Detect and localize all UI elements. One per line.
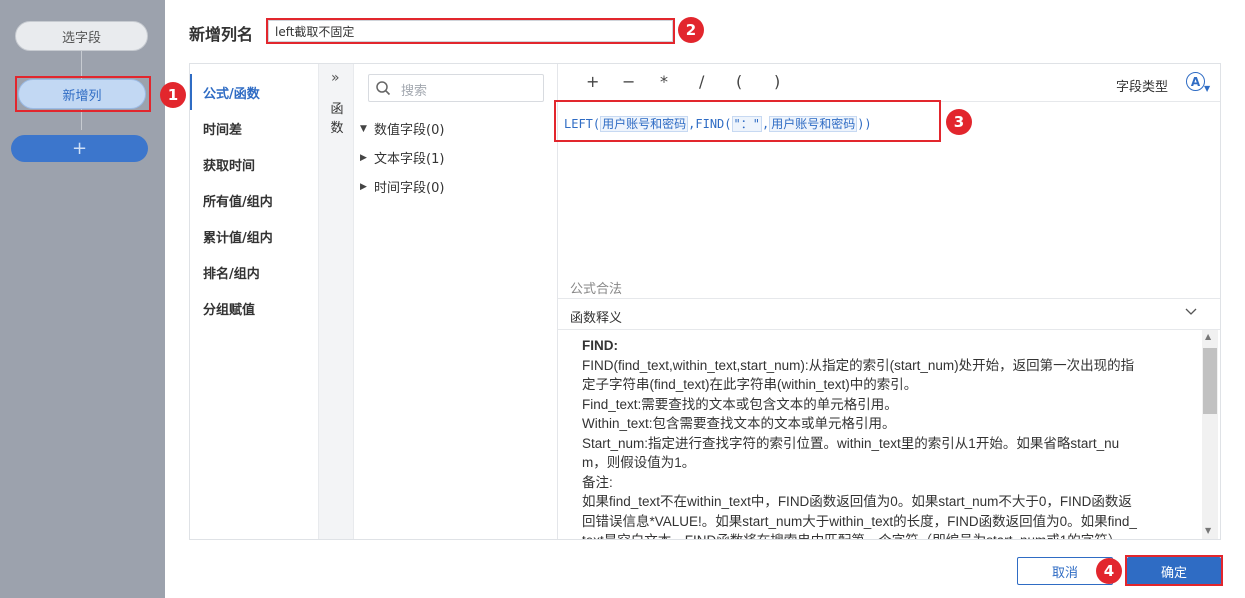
- category-rank[interactable]: 排名/组内: [190, 254, 318, 290]
- category-list: 公式/函数 时间差 获取时间 所有值/组内 累计值/组内 排名/组内 分组赋值: [190, 64, 318, 539]
- highlight-box-2: [266, 18, 675, 44]
- highlight-box-1: [15, 76, 151, 112]
- divide-button[interactable]: /: [699, 72, 704, 91]
- explain-title: 函数释义: [570, 311, 623, 326]
- category-time-diff[interactable]: 时间差: [190, 110, 318, 146]
- explain-function-name: FIND:: [582, 338, 618, 353]
- explain-line: 定子字符串(find_text)在此字符串(within_text)中的索引。: [582, 377, 918, 392]
- search-icon: [376, 81, 391, 96]
- column-name-title: 新增列名: [189, 25, 254, 44]
- category-formula[interactable]: 公式/函数: [190, 74, 318, 110]
- badge-1: 1: [160, 82, 186, 108]
- caret-down-icon: ▼: [360, 123, 367, 134]
- explain-line: 备注:: [582, 474, 613, 490]
- explain-line: Within_text:包含需要查找文本的文本或单元格引用。: [582, 416, 896, 431]
- field-search-input[interactable]: 搜索: [368, 74, 544, 102]
- highlight-box-3: [554, 100, 941, 142]
- explain-text: FIND: FIND(find_text,within_text,start_n…: [582, 336, 1182, 539]
- explain-line: 如果find_text不在within_text中，FIND函数返回值为0。如果…: [582, 494, 1132, 509]
- formula-status: 公式合法: [570, 282, 623, 297]
- explain-line: text是空白文本，FIND函数将在搜索串中匹配第一个字符（即编号为start_…: [582, 531, 1182, 539]
- scrollbar-thumb[interactable]: [1203, 348, 1217, 414]
- add-column-dialog: 选字段 新增列 + 1 新增列名 left截取不固定 2 公式/函数 时间差 获…: [0, 0, 1245, 598]
- badge-2: 2: [678, 17, 704, 43]
- explain-line: Start_num:指定进行查找字符的索引位置。within_text里的索引从…: [582, 435, 1120, 451]
- highlight-box-4: [1125, 555, 1223, 586]
- explain-line: FIND(find_text,within_text,start_num):从指…: [582, 357, 1135, 373]
- plus-button[interactable]: +: [586, 72, 599, 91]
- field-group-time[interactable]: ▶ 时间字段(0): [360, 177, 444, 196]
- chevron-down-icon[interactable]: [1184, 304, 1198, 322]
- add-step-button[interactable]: +: [11, 135, 148, 162]
- function-toggle-panel[interactable]: » 函数: [318, 64, 354, 539]
- search-placeholder: 搜索: [401, 84, 428, 99]
- multiply-button[interactable]: *: [660, 72, 668, 91]
- expand-icon[interactable]: »: [331, 70, 340, 86]
- function-label: 函数: [330, 102, 344, 136]
- minus-button[interactable]: −: [622, 72, 635, 91]
- field-group-label: 数值字段(0): [374, 123, 445, 138]
- function-explain-body: FIND: FIND(find_text,within_text,start_n…: [558, 330, 1220, 539]
- field-type-icon[interactable]: A: [1186, 72, 1205, 91]
- open-paren-button[interactable]: (: [736, 72, 742, 91]
- scroll-up-icon[interactable]: ▲: [1205, 332, 1211, 341]
- step-select-field[interactable]: 选字段: [15, 21, 148, 51]
- field-group-label: 文本字段(1): [374, 152, 445, 167]
- category-get-time[interactable]: 获取时间: [190, 146, 318, 182]
- function-explain-header[interactable]: 函数释义: [558, 298, 1220, 330]
- category-cumulative[interactable]: 累计值/组内: [190, 218, 318, 254]
- caret-right-icon: ▶: [360, 181, 367, 192]
- field-group-numeric[interactable]: ▼ 数值字段(0): [360, 119, 444, 138]
- field-type-label: 字段类型: [1116, 80, 1169, 95]
- category-all-values[interactable]: 所有值/组内: [190, 182, 318, 218]
- badge-4: 4: [1096, 558, 1122, 584]
- explain-line: m，则假设值为1。: [582, 455, 696, 470]
- scroll-down-icon[interactable]: ▼: [1205, 526, 1211, 535]
- operator-toolbar: + − * / ( ) 字段类型 A ▼: [558, 64, 1220, 102]
- field-group-text[interactable]: ▶ 文本字段(1): [360, 148, 444, 167]
- explain-scrollbar[interactable]: ▲ ▼: [1202, 330, 1218, 539]
- category-group-assign[interactable]: 分组赋值: [190, 290, 318, 326]
- field-list-panel: 搜索 ▼ 数值字段(0) ▶ 文本字段(1) ▶ 时间字段(0): [354, 64, 558, 539]
- close-paren-button[interactable]: ): [774, 72, 780, 91]
- caret-right-icon: ▶: [360, 152, 367, 163]
- caret-down-icon[interactable]: ▼: [1204, 84, 1210, 93]
- badge-3: 3: [946, 109, 972, 135]
- explain-line: 回错误信息*VALUE!。如果start_num大于within_text的长度…: [582, 513, 1137, 529]
- explain-line: Find_text:需要查找的文本或包含文本的单元格引用。: [582, 396, 898, 412]
- field-group-label: 时间字段(0): [374, 181, 445, 196]
